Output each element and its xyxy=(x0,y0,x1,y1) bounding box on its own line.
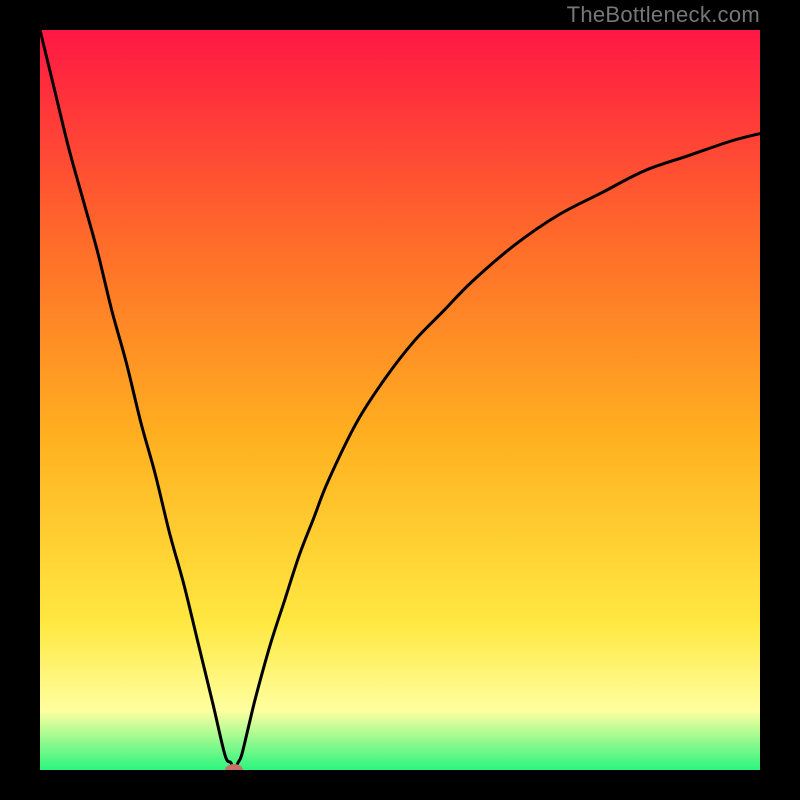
bottleneck-curve xyxy=(40,30,760,770)
chart-frame: TheBottleneck.com xyxy=(0,0,800,800)
watermark-text: TheBottleneck.com xyxy=(567,2,760,28)
minimum-marker xyxy=(225,764,243,770)
plot-area xyxy=(40,30,760,770)
